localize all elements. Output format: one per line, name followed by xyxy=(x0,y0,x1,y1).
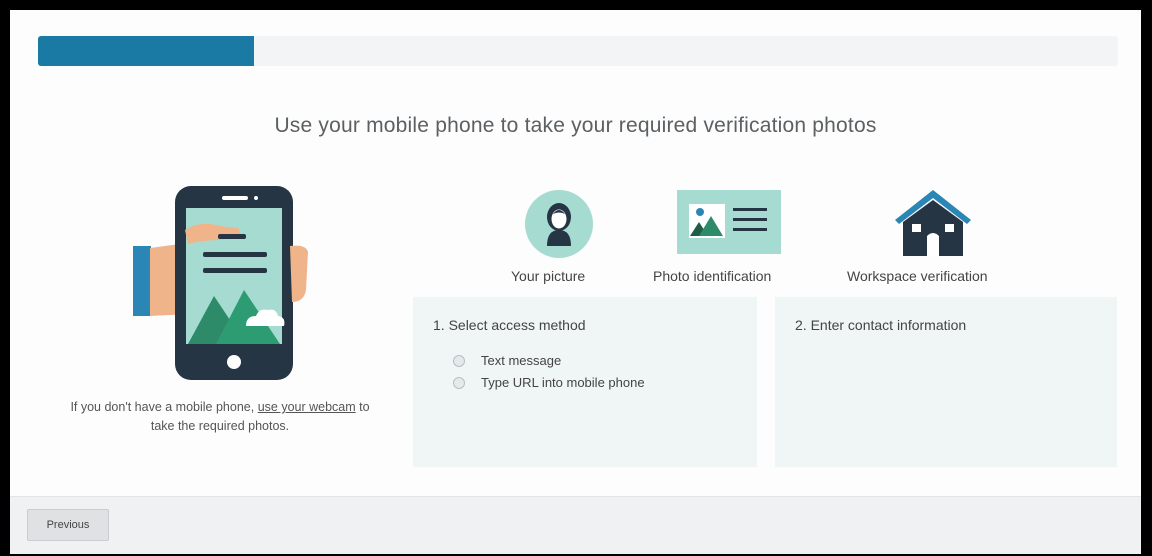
use-webcam-link[interactable]: use your webcam xyxy=(258,400,356,414)
text-message-label[interactable]: Text message xyxy=(481,353,561,368)
house-icon xyxy=(895,190,971,256)
access-method-panel: 1. Select access method Text message Typ… xyxy=(413,297,757,467)
hand-holding-phone-illustration xyxy=(133,186,308,380)
page-headline: Use your mobile phone to take your requi… xyxy=(274,114,877,137)
requirement-label-picture: Your picture xyxy=(511,268,586,284)
progress-bar-fill xyxy=(38,36,254,66)
verification-page: Use your mobile phone to take your requi… xyxy=(10,10,1141,554)
contact-info-title: 2. Enter contact information xyxy=(795,317,967,333)
type-url-radio[interactable] xyxy=(453,376,465,389)
requirement-label-workspace: Workspace verification xyxy=(847,268,988,284)
requirement-label-photo-id: Photo identification xyxy=(653,268,772,284)
person-avatar-icon xyxy=(525,190,593,258)
text-message-radio[interactable] xyxy=(453,354,465,367)
progress-bar xyxy=(38,36,1118,66)
option-text-message[interactable]: Text message xyxy=(453,353,561,368)
footer-bar: Previous xyxy=(10,496,1141,554)
contact-info-panel: 2. Enter contact information xyxy=(775,297,1117,467)
type-url-label[interactable]: Type URL into mobile phone xyxy=(481,375,645,390)
option-type-url[interactable]: Type URL into mobile phone xyxy=(453,375,645,390)
webcam-alternative-note: If you don't have a mobile phone, use yo… xyxy=(70,398,370,436)
previous-button[interactable]: Previous xyxy=(27,509,109,541)
note-text-prefix: If you don't have a mobile phone, xyxy=(70,400,258,414)
id-card-icon xyxy=(677,190,781,254)
access-method-title: 1. Select access method xyxy=(433,317,586,333)
